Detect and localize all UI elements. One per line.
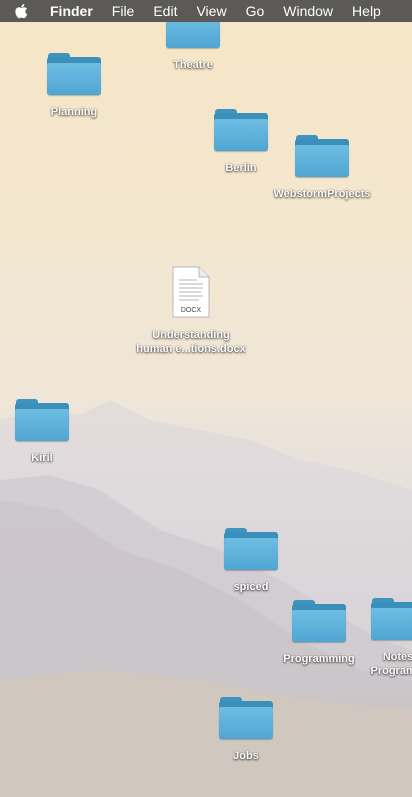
folder-label: Kiril xyxy=(31,452,53,464)
menu-help[interactable]: Help xyxy=(352,3,381,19)
folder-icon xyxy=(15,399,69,443)
folder-icon xyxy=(219,697,273,741)
folder-label: Planning xyxy=(50,106,98,118)
menu-edit[interactable]: Edit xyxy=(153,3,177,19)
document-label-line1: Understanding xyxy=(152,329,230,341)
docx-file[interactable]: DOCX Understanding human e...tions.docx xyxy=(130,266,252,356)
folder-label-line2: Programm xyxy=(370,665,412,677)
folder-icon xyxy=(224,528,278,572)
folder-planning[interactable]: Planning xyxy=(31,53,117,119)
folder-programming[interactable]: Programming xyxy=(274,600,364,666)
folder-kiril[interactable]: Kiril xyxy=(0,399,85,465)
apple-icon[interactable] xyxy=(14,3,36,19)
folder-jobs[interactable]: Jobs xyxy=(203,697,289,763)
folder-webstormprojects[interactable]: WebstormProjects xyxy=(266,135,378,201)
folder-icon xyxy=(295,135,349,179)
folder-icon xyxy=(214,109,268,153)
menu-file[interactable]: File xyxy=(112,3,135,19)
folder-label-line1: Notes xyxy=(382,651,412,663)
menu-window[interactable]: Window xyxy=(283,3,333,19)
menu-view[interactable]: View xyxy=(196,3,226,19)
menu-go[interactable]: Go xyxy=(246,3,265,19)
folder-label: Jobs xyxy=(233,750,259,762)
document-label-line2: human e...tions.docx xyxy=(136,343,246,355)
menu-bar: Finder File Edit View Go Window Help xyxy=(0,0,412,22)
document-icon: DOCX xyxy=(171,266,211,318)
folder-icon xyxy=(47,53,101,97)
docx-badge: DOCX xyxy=(180,307,202,314)
menu-finder[interactable]: Finder xyxy=(50,3,93,19)
folder-icon xyxy=(292,600,346,644)
folder-notes-programming[interactable]: Notes Programm xyxy=(355,598,412,678)
folder-label: Theatre xyxy=(173,59,213,71)
folder-label: Programming xyxy=(283,653,355,665)
folder-label: spiced xyxy=(233,581,269,593)
folder-spiced[interactable]: spiced xyxy=(208,528,294,594)
folder-icon xyxy=(371,598,412,642)
folder-label: WebstormProjects xyxy=(273,188,371,200)
